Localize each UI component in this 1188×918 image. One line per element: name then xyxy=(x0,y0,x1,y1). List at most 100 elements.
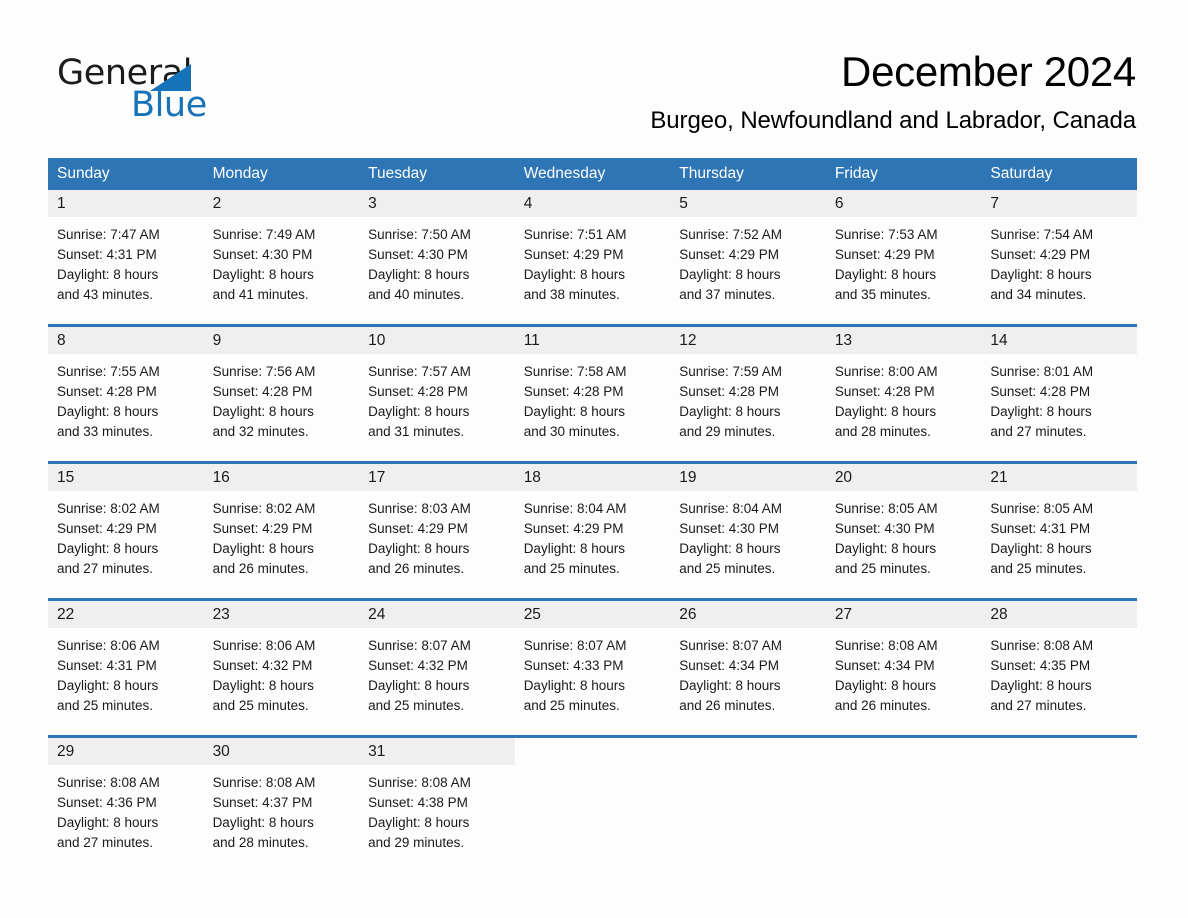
day-cell[interactable]: 8 Sunrise: 7:55 AM Sunset: 4:28 PM Dayli… xyxy=(48,327,204,454)
day-number: 16 xyxy=(212,469,230,486)
day-cell[interactable]: 18 Sunrise: 8:04 AM Sunset: 4:29 PM Dayl… xyxy=(514,464,671,591)
day-cell[interactable]: 19 Sunrise: 8:04 AM Sunset: 4:30 PM Dayl… xyxy=(670,464,826,591)
day-number: 3 xyxy=(368,195,377,212)
daylight-text-line1: Daylight: 8 hours xyxy=(57,541,159,556)
daynum-band: 29 xyxy=(48,738,204,765)
day-cell[interactable]: 20 Sunrise: 8:05 AM Sunset: 4:30 PM Dayl… xyxy=(825,464,982,591)
daylight-text-line1: Daylight: 8 hours xyxy=(57,267,159,282)
daynum-band: 12 xyxy=(670,327,826,354)
sunset-text: Sunset: 4:29 PM xyxy=(990,247,1091,262)
day-cell[interactable]: 10 Sunrise: 7:57 AM Sunset: 4:28 PM Dayl… xyxy=(359,327,515,454)
sunrise-text: Sunrise: 8:05 AM xyxy=(834,501,938,516)
day-cell[interactable]: 11 Sunrise: 7:58 AM Sunset: 4:28 PM Dayl… xyxy=(514,327,671,454)
day-cell[interactable]: 24 Sunrise: 8:07 AM Sunset: 4:32 PM Dayl… xyxy=(359,601,515,728)
day-cell[interactable]: 1 Sunrise: 7:47 AM Sunset: 4:31 PM Dayli… xyxy=(48,190,204,317)
calendar-table: Sunday Monday Tuesday Wednesday Thursday… xyxy=(48,158,1137,865)
daylight-text-line2: and 30 minutes. xyxy=(523,424,620,439)
day-cell[interactable]: 13 Sunrise: 8:00 AM Sunset: 4:28 PM Dayl… xyxy=(825,327,982,454)
day-info: Sunrise: 8:04 AM Sunset: 4:30 PM Dayligh… xyxy=(670,491,826,579)
daynum-band: 26 xyxy=(670,601,826,628)
day-info: Sunrise: 8:05 AM Sunset: 4:31 PM Dayligh… xyxy=(981,491,1137,579)
day-info: Sunrise: 7:56 AM Sunset: 4:28 PM Dayligh… xyxy=(204,354,360,442)
day-info: Sunrise: 7:58 AM Sunset: 4:28 PM Dayligh… xyxy=(515,354,671,442)
day-cell[interactable]: 26 Sunrise: 8:07 AM Sunset: 4:34 PM Dayl… xyxy=(670,601,826,728)
daylight-text-line2: and 38 minutes. xyxy=(523,287,620,302)
daylight-text-line1: Daylight: 8 hours xyxy=(990,404,1092,419)
day-number: 5 xyxy=(679,195,688,212)
daylight-text-line2: and 41 minutes. xyxy=(212,287,309,302)
daynum-band: 6 xyxy=(825,190,982,217)
day-info: Sunrise: 8:02 AM Sunset: 4:29 PM Dayligh… xyxy=(48,491,204,579)
daylight-text-line2: and 32 minutes. xyxy=(212,424,309,439)
week-row: 29 Sunrise: 8:08 AM Sunset: 4:36 PM Dayl… xyxy=(48,735,1137,865)
day-info: Sunrise: 8:07 AM Sunset: 4:32 PM Dayligh… xyxy=(359,628,515,716)
day-info: Sunrise: 7:59 AM Sunset: 4:28 PM Dayligh… xyxy=(670,354,826,442)
daylight-text-line1: Daylight: 8 hours xyxy=(679,267,781,282)
daylight-text-line2: and 27 minutes. xyxy=(57,561,154,576)
calendar-page: General Blue December 2024 Burgeo, Newfo… xyxy=(0,0,1188,918)
sunset-text: Sunset: 4:34 PM xyxy=(679,658,780,673)
daylight-text-line1: Daylight: 8 hours xyxy=(212,815,314,830)
daylight-text-line2: and 27 minutes. xyxy=(57,835,154,850)
generalblue-logo[interactable]: General Blue xyxy=(57,53,307,125)
daynum-band: 4 xyxy=(514,190,671,217)
day-info: Sunrise: 8:08 AM Sunset: 4:36 PM Dayligh… xyxy=(48,765,204,853)
day-number: 22 xyxy=(57,606,75,623)
day-number: 11 xyxy=(523,332,540,349)
day-number: 27 xyxy=(834,606,853,623)
sunrise-text: Sunrise: 8:08 AM xyxy=(834,638,938,653)
day-cell[interactable]: 7 Sunrise: 7:54 AM Sunset: 4:29 PM Dayli… xyxy=(981,190,1137,317)
day-cell[interactable]: 2 Sunrise: 7:49 AM Sunset: 4:30 PM Dayli… xyxy=(203,190,360,317)
daylight-text-line1: Daylight: 8 hours xyxy=(990,678,1092,693)
sunset-text: Sunset: 4:29 PM xyxy=(523,521,624,536)
day-cell[interactable]: 25 Sunrise: 8:07 AM Sunset: 4:33 PM Dayl… xyxy=(514,601,671,728)
day-cell[interactable]: 4 Sunrise: 7:51 AM Sunset: 4:29 PM Dayli… xyxy=(514,190,671,317)
weekday-header-saturday: Saturday xyxy=(990,165,1053,182)
daylight-text-line1: Daylight: 8 hours xyxy=(368,678,470,693)
daynum-band: 25 xyxy=(514,601,671,628)
day-cell[interactable]: 27 Sunrise: 8:08 AM Sunset: 4:34 PM Dayl… xyxy=(825,601,982,728)
day-cell[interactable]: 14 Sunrise: 8:01 AM Sunset: 4:28 PM Dayl… xyxy=(981,327,1137,454)
day-cell[interactable]: 30 Sunrise: 8:08 AM Sunset: 4:37 PM Dayl… xyxy=(203,738,360,865)
day-info: Sunrise: 8:00 AM Sunset: 4:28 PM Dayligh… xyxy=(826,354,982,442)
daylight-text-line2: and 25 minutes. xyxy=(57,698,154,713)
daynum-band: 17 xyxy=(359,464,515,491)
day-cell[interactable]: 28 Sunrise: 8:08 AM Sunset: 4:35 PM Dayl… xyxy=(981,601,1137,728)
day-number: 1 xyxy=(57,195,66,212)
day-cell[interactable]: 29 Sunrise: 8:08 AM Sunset: 4:36 PM Dayl… xyxy=(48,738,204,865)
day-cell[interactable]: 15 Sunrise: 8:02 AM Sunset: 4:29 PM Dayl… xyxy=(48,464,204,591)
day-cell[interactable]: 22 Sunrise: 8:06 AM Sunset: 4:31 PM Dayl… xyxy=(48,601,204,728)
daynum-band: 11 xyxy=(514,327,671,354)
day-cell[interactable]: 31 Sunrise: 8:08 AM Sunset: 4:38 PM Dayl… xyxy=(359,738,515,865)
sunset-text: Sunset: 4:35 PM xyxy=(990,658,1091,673)
weekday-header-monday: Monday xyxy=(212,165,268,182)
day-cell[interactable]: 12 Sunrise: 7:59 AM Sunset: 4:28 PM Dayl… xyxy=(670,327,826,454)
daylight-text-line2: and 26 minutes. xyxy=(679,698,776,713)
daylight-text-line2: and 25 minutes. xyxy=(679,561,776,576)
day-cell[interactable]: 5 Sunrise: 7:52 AM Sunset: 4:29 PM Dayli… xyxy=(670,190,826,317)
page-title: December 2024 xyxy=(841,48,1136,95)
daylight-text-line2: and 35 minutes. xyxy=(834,287,931,302)
day-cell[interactable]: 9 Sunrise: 7:56 AM Sunset: 4:28 PM Dayli… xyxy=(203,327,360,454)
day-cell[interactable]: 16 Sunrise: 8:02 AM Sunset: 4:29 PM Dayl… xyxy=(203,464,360,591)
day-info: Sunrise: 8:06 AM Sunset: 4:31 PM Dayligh… xyxy=(48,628,204,716)
daylight-text-line2: and 27 minutes. xyxy=(990,424,1087,439)
sunrise-text: Sunrise: 8:06 AM xyxy=(57,638,160,653)
day-cell[interactable]: 23 Sunrise: 8:06 AM Sunset: 4:32 PM Dayl… xyxy=(203,601,360,728)
day-cell[interactable]: 17 Sunrise: 8:03 AM Sunset: 4:29 PM Dayl… xyxy=(359,464,515,591)
day-number: 6 xyxy=(834,195,844,212)
sunset-text: Sunset: 4:29 PM xyxy=(212,521,313,536)
day-cell[interactable]: 3 Sunrise: 7:50 AM Sunset: 4:30 PM Dayli… xyxy=(359,190,515,317)
sunrise-text: Sunrise: 8:02 AM xyxy=(212,501,316,516)
weekday-header-wednesday: Wednesday xyxy=(523,165,606,182)
title-block: December 2024 Burgeo, Newfoundland and L… xyxy=(650,46,1136,136)
day-info: Sunrise: 8:08 AM Sunset: 4:38 PM Dayligh… xyxy=(359,765,515,853)
daylight-text-line1: Daylight: 8 hours xyxy=(368,815,470,830)
day-cell[interactable]: 6 Sunrise: 7:53 AM Sunset: 4:29 PM Dayli… xyxy=(825,190,982,317)
daylight-text-line1: Daylight: 8 hours xyxy=(212,678,314,693)
day-cell[interactable]: 21 Sunrise: 8:05 AM Sunset: 4:31 PM Dayl… xyxy=(981,464,1137,591)
weekday-header-friday: Friday xyxy=(834,165,878,182)
day-number: 31 xyxy=(368,743,386,760)
daylight-text-line1: Daylight: 8 hours xyxy=(523,541,625,556)
day-info: Sunrise: 8:08 AM Sunset: 4:35 PM Dayligh… xyxy=(981,628,1137,716)
